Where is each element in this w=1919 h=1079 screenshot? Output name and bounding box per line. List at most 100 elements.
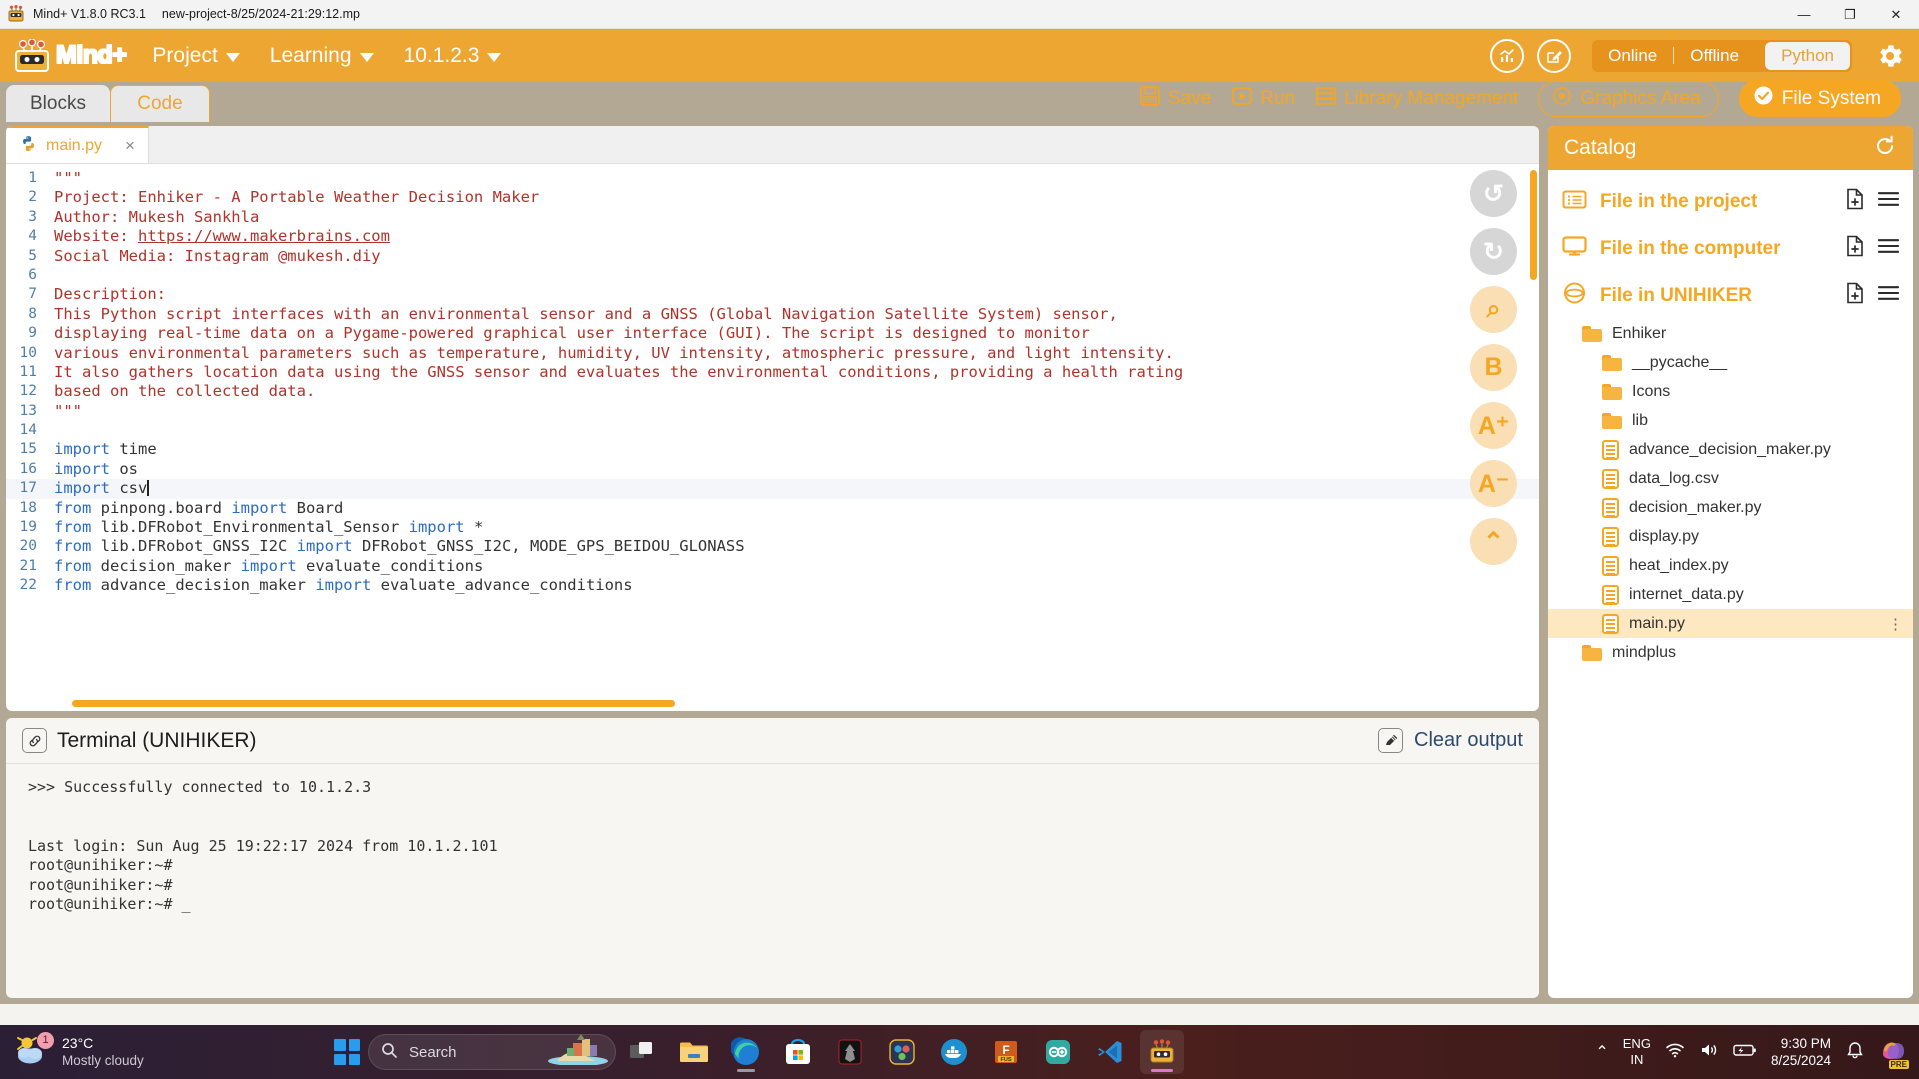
tree-folder-row[interactable]: mindplus: [1548, 638, 1913, 667]
tray-chevron-up-icon[interactable]: ⌃: [1595, 1042, 1608, 1062]
tree-file-row[interactable]: advance_decision_maker.py: [1548, 435, 1913, 464]
edit-pencil-icon[interactable]: [1537, 39, 1571, 73]
mode-tabbar: Blocks Code Save Run: [0, 82, 1919, 122]
catalog-root-1[interactable]: File in the computer: [1548, 225, 1913, 272]
tree-file-row[interactable]: display.py: [1548, 522, 1913, 551]
hamburger-menu-icon[interactable]: [1878, 285, 1899, 306]
library-stack-icon: [1315, 85, 1337, 113]
taskbar-app-arduino-ide-icon[interactable]: [1036, 1030, 1080, 1074]
close-icon[interactable]: ×: [125, 136, 135, 156]
undo-icon[interactable]: ↺: [1470, 170, 1517, 217]
tab-code[interactable]: Code: [110, 85, 210, 122]
volume-icon[interactable]: [1699, 1041, 1719, 1064]
menu-project[interactable]: Project: [152, 44, 239, 68]
taskbar-app-davinci-resolve-icon[interactable]: [880, 1030, 924, 1074]
tab-blocks[interactable]: Blocks: [6, 85, 110, 122]
line-number: 3: [6, 208, 54, 227]
add-file-icon[interactable]: [1845, 282, 1865, 309]
tree-file-row[interactable]: heat_index.py: [1548, 551, 1913, 580]
line-number: 14: [6, 421, 54, 440]
taskbar-app-edge-browser-icon[interactable]: [724, 1030, 768, 1074]
taskbar-app-vscode-icon[interactable]: [1088, 1030, 1132, 1074]
redo-icon[interactable]: ↻: [1470, 228, 1517, 275]
workspace: main.py × 1"""2Project: Enhiker - A Port…: [0, 122, 1919, 1004]
font-increase-icon[interactable]: A⁺: [1470, 402, 1517, 449]
menu-learning[interactable]: Learning: [270, 44, 374, 68]
editor-vertical-scrollbar[interactable]: [1530, 170, 1537, 697]
taskbar-weather-widget[interactable]: 1 23°C Mostly cloudy: [14, 1034, 264, 1071]
tree-folder-row[interactable]: lib: [1548, 406, 1913, 435]
taskbar-app-microsoft-store-icon[interactable]: [776, 1030, 820, 1074]
catalog-root-0[interactable]: File in the project: [1548, 178, 1913, 225]
taskbar-app-file-explorer-icon[interactable]: [672, 1030, 716, 1074]
mode-online-button[interactable]: Online: [1592, 40, 1673, 72]
taskbar-app-predator-sense-icon[interactable]: [828, 1030, 872, 1074]
code-line: 4Website: https://www.makerbrains.com: [6, 227, 1539, 246]
windows-start-icon[interactable]: [334, 1039, 360, 1065]
editor-horizontal-scrollbar[interactable]: [72, 700, 1329, 707]
add-file-icon[interactable]: [1845, 188, 1865, 215]
editor-horizontal-scroll-thumb[interactable]: [72, 700, 675, 707]
search-icon[interactable]: ⌕: [1470, 286, 1517, 333]
hamburger-menu-icon[interactable]: [1878, 191, 1899, 212]
catalog-root-actions: [1845, 188, 1899, 215]
refresh-icon[interactable]: [1873, 134, 1897, 163]
code-text-area[interactable]: 1"""2Project: Enhiker - A Portable Weath…: [6, 164, 1539, 711]
mode-offline-button[interactable]: Offline: [1674, 40, 1755, 72]
graphics-area-button[interactable]: Graphics Area: [1538, 81, 1718, 117]
tree-file-row[interactable]: decision_maker.py: [1548, 493, 1913, 522]
copilot-icon[interactable]: PRE: [1879, 1037, 1907, 1068]
line-number: 11: [6, 363, 54, 382]
tree-folder-row[interactable]: __pycache__: [1548, 348, 1913, 377]
tree-folder-row[interactable]: Enhiker: [1548, 319, 1913, 348]
language-indicator[interactable]: ENG IN: [1623, 1036, 1651, 1068]
taskbar-app-task-view-icon[interactable]: [620, 1030, 664, 1074]
taskbar-app-mindplus-icon[interactable]: [1140, 1030, 1184, 1074]
run-button[interactable]: Run: [1231, 85, 1295, 113]
editor-vertical-scroll-thumb[interactable]: [1530, 170, 1537, 280]
taskbar-app-docker-icon[interactable]: [932, 1030, 976, 1074]
kebab-menu-icon[interactable]: ⋮: [1888, 615, 1903, 633]
file-system-button[interactable]: File System: [1739, 80, 1901, 117]
bell-icon[interactable]: [1845, 1040, 1865, 1065]
code-line-text: Author: Mukesh Sankhla: [54, 208, 259, 227]
tree-folder-row[interactable]: Icons: [1548, 377, 1913, 406]
library-management-button[interactable]: Library Management: [1315, 85, 1518, 113]
wifi-icon[interactable]: [1665, 1041, 1685, 1064]
catalog-root-2[interactable]: File in UNIHIKER: [1548, 272, 1913, 319]
mode-python-button[interactable]: Python: [1765, 42, 1850, 70]
add-file-icon[interactable]: [1845, 235, 1865, 262]
save-button[interactable]: Save: [1139, 85, 1211, 113]
collapse-up-icon[interactable]: ⌃: [1470, 518, 1517, 565]
gear-icon[interactable]: [1875, 41, 1905, 71]
chart-monitor-icon[interactable]: [1490, 39, 1524, 73]
weather-notification-badge: 1: [37, 1032, 54, 1049]
taskbar-search-input[interactable]: Search: [368, 1034, 616, 1070]
terminal-output[interactable]: >>> Successfully connected to 10.1.2.3 L…: [6, 764, 1539, 998]
code-line: 18from pinpong.board import Board: [6, 499, 1539, 518]
file-tab-main-py[interactable]: main.py ×: [6, 126, 149, 163]
catalog-root-label: File in the computer: [1600, 238, 1781, 260]
menu-device-ip[interactable]: 10.1.2.3: [404, 44, 502, 68]
battery-charging-icon[interactable]: [1733, 1042, 1757, 1063]
code-line-text: import os: [54, 460, 138, 479]
taskbar-app-fusion360-icon[interactable]: F FUS: [984, 1030, 1028, 1074]
taskbar-clock[interactable]: 9:30 PM 8/25/2024: [1771, 1035, 1831, 1069]
tree-file-row[interactable]: internet_data.py: [1548, 580, 1913, 609]
menu-learning-label: Learning: [270, 44, 352, 68]
bold-icon[interactable]: B: [1470, 344, 1517, 391]
code-editor-panel: main.py × 1"""2Project: Enhiker - A Port…: [6, 126, 1539, 711]
file-tab-strip: main.py ×: [6, 126, 1539, 164]
font-decrease-icon[interactable]: A⁻: [1470, 460, 1517, 507]
mindplus-logo[interactable]: Mind+: [12, 39, 126, 73]
tree-file-row[interactable]: main.py⋮: [1548, 609, 1913, 638]
hamburger-menu-icon[interactable]: [1878, 238, 1899, 259]
close-button[interactable]: ✕: [1873, 0, 1919, 29]
clear-output-button[interactable]: Clear output: [1378, 728, 1523, 753]
minimize-button[interactable]: —: [1781, 0, 1827, 29]
maximize-button[interactable]: ❐: [1827, 0, 1873, 29]
line-number: 12: [6, 382, 54, 401]
catalog-title: Catalog: [1564, 136, 1636, 160]
tree-file-row[interactable]: data_log.csv: [1548, 464, 1913, 493]
run-label: Run: [1260, 88, 1295, 110]
